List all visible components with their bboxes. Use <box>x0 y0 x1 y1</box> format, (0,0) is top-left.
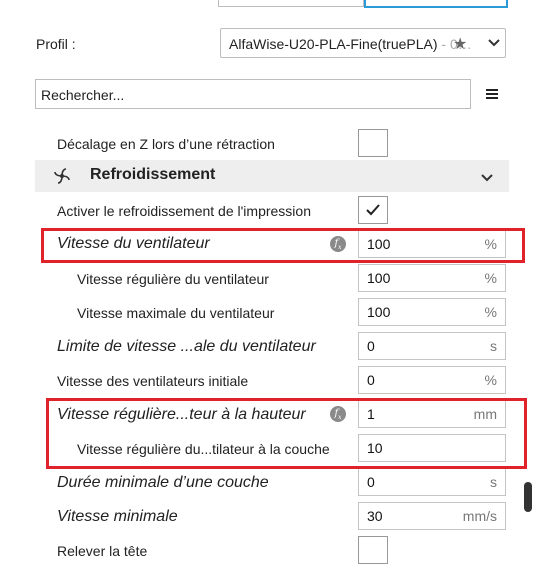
highlight-box <box>41 228 525 263</box>
chevron-down-icon <box>481 174 493 182</box>
chevron-down-icon <box>488 39 500 47</box>
retraction-z-checkbox[interactable] <box>358 129 388 157</box>
enable-cooling-checkbox[interactable] <box>358 196 388 224</box>
scrollbar[interactable] <box>524 482 532 512</box>
fan-icon <box>54 168 70 184</box>
retraction-z-label: Décalage en Z lors d’une rétraction <box>57 136 275 152</box>
fan-speed-min-label: Vitesse régulière du ventilateur <box>77 271 269 287</box>
initial-fan-label: Vitesse des ventilateurs initiale <box>57 373 249 389</box>
section-title: Refroidissement <box>90 166 216 183</box>
initial-fan-field[interactable]: 0% <box>358 366 506 394</box>
profile-value: AlfaWise-U20-PLA-Fine(truePLA) - 0… <box>229 36 472 52</box>
min-speed-label: Vitesse minimale <box>57 508 178 525</box>
min-speed-field[interactable]: 30 mm/s <box>358 502 506 530</box>
search-input[interactable]: Rechercher... <box>35 79 471 109</box>
check-icon <box>366 204 380 216</box>
profile-select[interactable]: AlfaWise-U20-PLA-Fine(truePLA) - 0… ★ <box>220 28 506 58</box>
enable-cooling-label: Activer le refroidissement de l'impressi… <box>57 203 311 219</box>
highlight-box <box>46 398 527 469</box>
fan-speed-max-field[interactable]: 100% <box>358 298 506 326</box>
tab-left[interactable] <box>218 0 364 7</box>
star-icon[interactable]: ★ <box>453 34 467 54</box>
menu-icon[interactable] <box>486 88 498 100</box>
tab-right-active[interactable] <box>364 0 508 8</box>
fan-threshold-field[interactable]: 0s <box>358 332 506 360</box>
profile-label: Profil : <box>36 36 76 52</box>
section-cooling[interactable]: Refroidissement <box>35 160 509 192</box>
fan-threshold-label: Limite de vitesse ...ale du ventilateur <box>57 338 316 355</box>
lift-head-checkbox[interactable] <box>358 536 388 564</box>
min-layer-time-label: Durée minimale d’une couche <box>57 474 269 491</box>
fan-speed-min-field[interactable]: 100% <box>358 264 506 292</box>
fan-speed-max-label: Vitesse maximale du ventilateur <box>77 305 275 321</box>
min-layer-time-field[interactable]: 0s <box>358 468 506 496</box>
lift-head-label: Relever la tête <box>57 543 148 559</box>
